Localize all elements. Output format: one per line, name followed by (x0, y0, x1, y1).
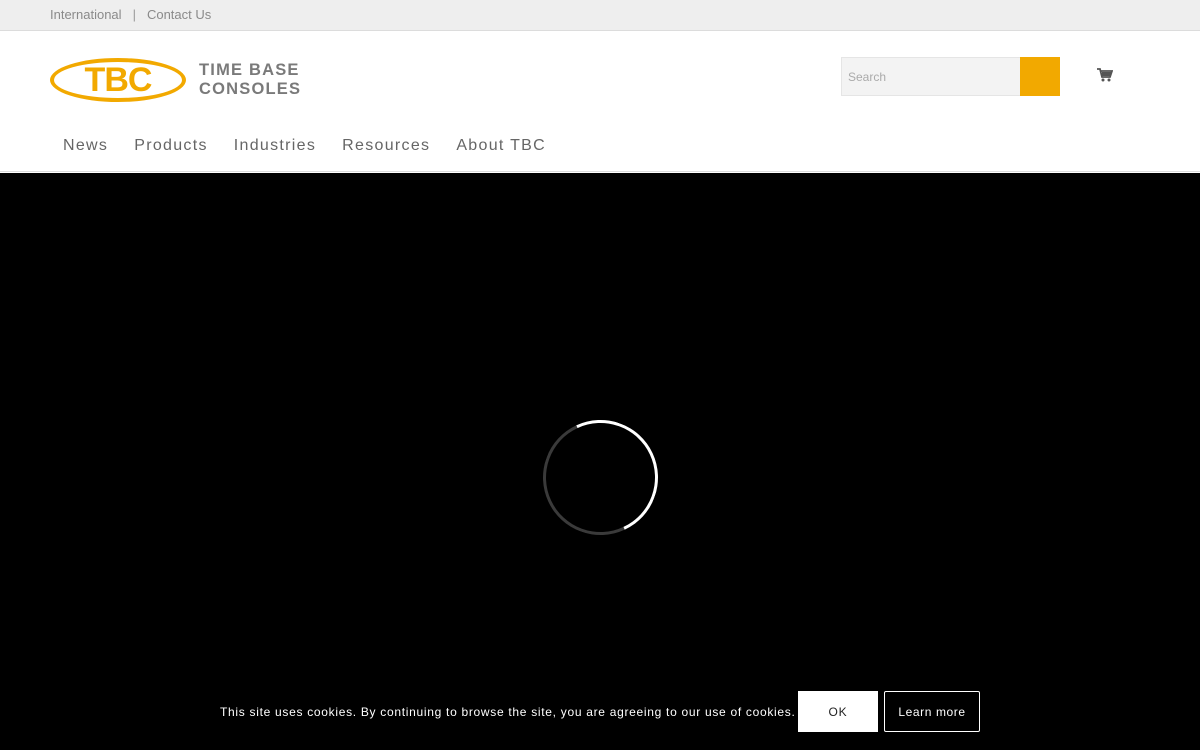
nav-item-industries[interactable]: Industries (221, 135, 329, 157)
cookie-learn-more-button[interactable]: Learn more (884, 691, 980, 732)
logo-wordmark: TIME BASE CONSOLES (199, 61, 301, 99)
cart-icon[interactable] (1097, 68, 1113, 82)
nav-item-news[interactable]: News (50, 135, 121, 157)
international-link[interactable]: International (50, 7, 122, 22)
search-input[interactable] (841, 57, 1020, 96)
cookie-consent-bar: This site uses cookies. By continuing to… (0, 680, 1200, 750)
nav-item-resources[interactable]: Resources (329, 135, 443, 157)
nav-item-products[interactable]: Products (121, 135, 221, 157)
logo-line-1: TIME BASE (199, 61, 300, 79)
logo-line-2: CONSOLES (199, 80, 302, 98)
logo-letters: TBC (84, 61, 153, 99)
contact-us-link[interactable]: Contact Us (147, 7, 211, 22)
nav-item-about[interactable]: About TBC (443, 135, 559, 157)
cookie-ok-button[interactable]: OK (798, 691, 878, 732)
loading-spinner-icon (526, 403, 675, 552)
utility-links: International | Contact Us (50, 7, 211, 22)
main-navigation: News Products Industries Resources About… (50, 135, 559, 157)
cookie-message: This site uses cookies. By continuing to… (220, 705, 796, 719)
top-utility-bar: International | Contact Us (0, 0, 1200, 31)
utility-separator: | (132, 7, 136, 22)
site-header: TBC TIME BASE CONSOLES News Products Ind… (0, 31, 1200, 172)
search-button[interactable] (1020, 57, 1060, 96)
site-logo[interactable]: TBC TIME BASE CONSOLES (50, 58, 305, 102)
hero-media-area (0, 173, 1200, 750)
